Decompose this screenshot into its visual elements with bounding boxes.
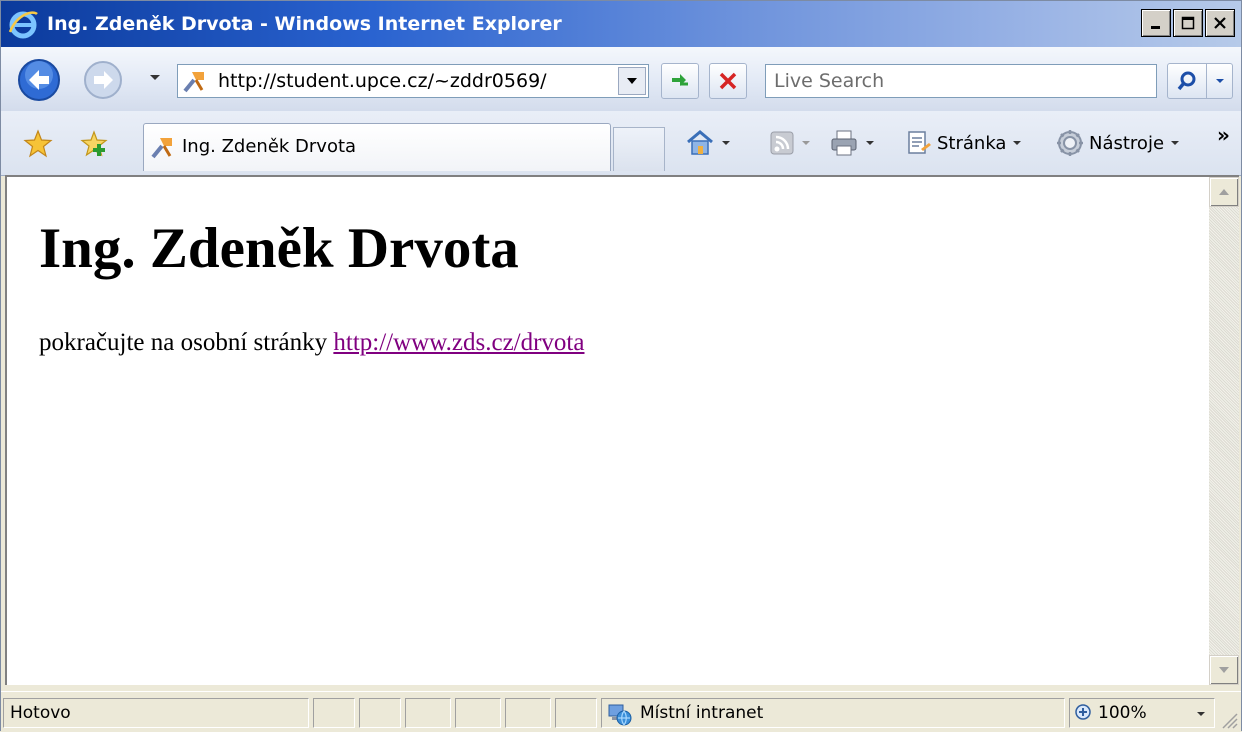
scroll-down-button[interactable] <box>1209 655 1239 685</box>
chevron-down-icon <box>866 141 874 145</box>
status-text-pane: Hotovo <box>3 698 309 728</box>
add-to-favorites-button[interactable] <box>79 129 109 159</box>
chevron-down-icon <box>1219 667 1229 673</box>
page-menu-icon <box>908 131 931 154</box>
printer-icon <box>831 130 857 156</box>
tab-ing-zdenek-drvota[interactable]: Ing. Zdeněk Drvota <box>143 123 611 171</box>
tools-menu-button[interactable]: Nástroje <box>1055 123 1180 163</box>
search-field[interactable] <box>765 64 1157 98</box>
chevron-down-icon <box>1197 712 1205 716</box>
browser-window: Ing. Zdeněk Drvota - Windows Internet Ex… <box>0 0 1242 732</box>
status-pane-empty <box>359 698 401 728</box>
refresh-icon <box>672 74 688 86</box>
status-pane-empty <box>455 698 501 728</box>
page-menu-label: Stránka <box>937 132 1007 154</box>
content-area: Ing. Zdeněk Drvota pokračujte na osobní … <box>5 175 1239 685</box>
address-dropdown[interactable] <box>618 67 646 95</box>
window-controls <box>1141 9 1235 37</box>
chevron-down-icon <box>1215 79 1224 83</box>
web-page: Ing. Zdeněk Drvota pokračujte na osobní … <box>7 177 1209 685</box>
close-icon <box>1214 17 1226 29</box>
personal-page-link[interactable]: http://www.zds.cz/drvota <box>333 329 584 356</box>
feeds-button[interactable] <box>769 123 811 163</box>
status-pane-empty <box>405 698 451 728</box>
home-button[interactable] <box>685 123 731 163</box>
address-url: http://student.upce.cz/~zddr0569/ <box>218 70 547 92</box>
scroll-up-button[interactable] <box>1209 177 1239 207</box>
intranet-zone-icon <box>608 704 632 726</box>
address-toolbar: http://student.upce.cz/~zddr0569/ <box>1 47 1241 111</box>
page-icon <box>183 72 204 93</box>
zoom-level: 100% <box>1098 703 1147 723</box>
ie-logo-icon <box>8 11 38 39</box>
chevron-down-icon <box>802 141 810 145</box>
chevron-down-icon <box>1013 141 1022 145</box>
window-title: Ing. Zdeněk Drvota - Windows Internet Ex… <box>47 13 562 35</box>
page-icon <box>151 138 172 159</box>
close-button[interactable] <box>1205 9 1235 37</box>
page-menu-button[interactable]: Stránka <box>905 123 1022 163</box>
rss-feed-icon <box>770 131 794 155</box>
stop-icon <box>719 72 737 90</box>
status-pane-empty <box>505 698 551 728</box>
toolbar-overflow-button[interactable]: » <box>1217 123 1230 147</box>
page-heading: Ing. Zdeněk Drvota <box>39 217 519 280</box>
refresh-button[interactable] <box>661 63 699 99</box>
print-button[interactable] <box>829 123 875 163</box>
minimize-button[interactable] <box>1141 9 1171 37</box>
stop-button[interactable] <box>709 63 747 99</box>
search-icon <box>1177 71 1196 91</box>
tab-toolbar: Ing. Zdeněk Drvota Stránka Nástroje » <box>1 111 1241 176</box>
status-pane-empty <box>555 698 597 728</box>
search-button[interactable] <box>1167 63 1207 99</box>
security-zone-pane[interactable]: Místní intranet <box>601 698 1065 728</box>
address-field[interactable]: http://student.upce.cz/~zddr0569/ <box>177 64 649 98</box>
security-zone-label: Místní intranet <box>640 703 764 723</box>
chevron-down-icon <box>627 78 637 84</box>
back-button[interactable] <box>17 58 61 102</box>
status-text: Hotovo <box>10 703 71 723</box>
new-tab-button[interactable] <box>613 127 665 171</box>
chevron-up-icon <box>1219 189 1229 195</box>
zoom-pane[interactable]: 100% <box>1069 698 1215 728</box>
tab-label: Ing. Zdeněk Drvota <box>182 136 357 157</box>
search-options-button[interactable] <box>1207 63 1233 99</box>
home-icon <box>687 130 713 155</box>
zoom-icon <box>1075 704 1091 720</box>
chevron-down-icon <box>722 141 730 145</box>
minimize-icon <box>1151 26 1160 29</box>
status-pane-empty <box>313 698 355 728</box>
maximize-button[interactable] <box>1173 9 1203 37</box>
maximize-icon <box>1181 16 1195 30</box>
resize-grip-icon[interactable] <box>1217 708 1239 730</box>
recent-pages-dropdown[interactable] <box>147 69 163 85</box>
chevron-down-icon <box>1171 141 1180 145</box>
status-bar: Hotovo Místní intranet 100% <box>1 691 1241 732</box>
search-input[interactable] <box>766 65 1156 97</box>
gear-icon <box>1057 130 1083 156</box>
title-bar[interactable]: Ing. Zdeněk Drvota - Windows Internet Ex… <box>1 1 1241 47</box>
vertical-scrollbar[interactable] <box>1209 177 1239 685</box>
page-paragraph: pokračujte na osobní stránky http://www.… <box>39 327 584 359</box>
forward-button[interactable] <box>83 60 123 100</box>
tools-menu-label: Nástroje <box>1089 132 1165 154</box>
page-text: pokračujte na osobní stránky <box>39 329 334 356</box>
favorites-center-button[interactable] <box>23 129 53 159</box>
